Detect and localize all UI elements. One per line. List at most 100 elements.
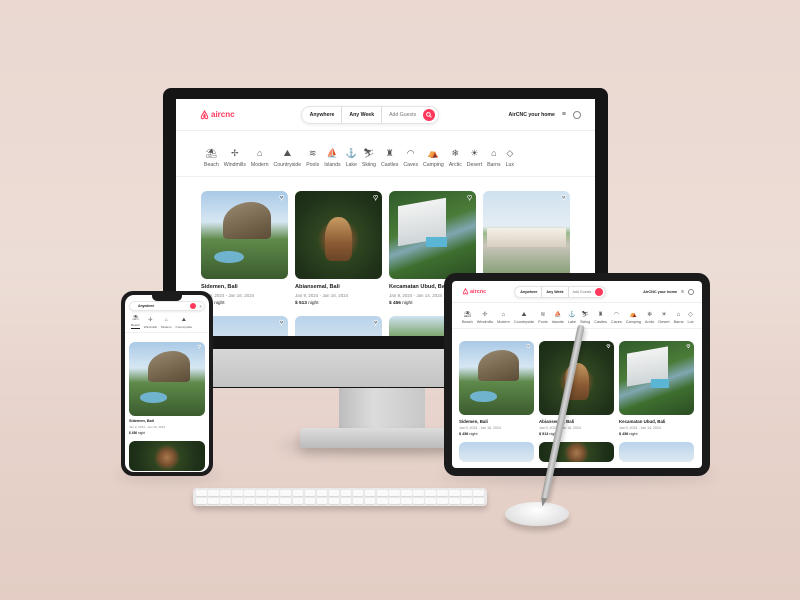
heart-icon[interactable]: ♥ — [279, 318, 284, 327]
category-windmills[interactable]: ✢ Windmills — [477, 312, 493, 325]
category-castles[interactable]: ♜ Castles — [381, 148, 398, 169]
category-beach[interactable]: ⛱ Beach — [204, 149, 219, 169]
heart-icon[interactable]: ♥ — [606, 344, 610, 351]
listing-photo[interactable]: ♥ — [129, 342, 205, 416]
tablet-search-button[interactable] — [595, 287, 604, 296]
category-beach[interactable]: ⛱ Beach — [131, 316, 140, 329]
category-windmills[interactable]: ✢ Windmills — [224, 149, 246, 169]
tablet-brand-logo[interactable]: aircnc — [462, 288, 486, 295]
keyboard-key — [244, 490, 255, 497]
avatar[interactable] — [573, 110, 581, 119]
heart-icon[interactable]: ♥ — [467, 193, 472, 202]
category-pools[interactable]: ≋ Pools — [538, 312, 548, 325]
tablet-search-dates[interactable]: Any Week — [546, 290, 563, 294]
category-modern[interactable]: ⌂ Modern — [251, 149, 269, 169]
search-guests[interactable]: Add Guests — [389, 112, 416, 118]
category-barns[interactable]: ⌂ Barns — [487, 149, 501, 169]
listing-dates: Jan 9, 2024 - Jan 16, 2024 — [459, 426, 501, 431]
tablet-navbar: aircnc Anywhere Any Week Add Guests AirC… — [452, 281, 702, 303]
listing-dates: Jan 9, 2024 - Jan 16, 2024 — [295, 292, 349, 298]
category-islands[interactable]: ⛵ Islands — [552, 312, 564, 325]
category-caves[interactable]: ◠ Caves — [611, 312, 622, 325]
listing-card[interactable]: ♥ Sidemen, Bali Jan 9, 2024 - Jan 16, 2024… — [201, 191, 288, 306]
category-islands[interactable]: ⛵ Islands — [324, 149, 340, 169]
category-caves[interactable]: ◠ Caves — [403, 149, 418, 169]
price-unit: night — [212, 300, 225, 306]
menu-icon[interactable]: ≡ — [562, 111, 566, 118]
aircnc-logo-icon — [462, 288, 469, 295]
category-arctic[interactable]: ❄ Arctic — [449, 149, 462, 169]
search-button[interactable] — [423, 108, 436, 121]
search-divider — [381, 106, 383, 123]
category-arctic[interactable]: ❄ Arctic — [645, 312, 655, 325]
mobile-search-bar[interactable]: Anywhere ≡ — [129, 301, 205, 311]
listing-photo[interactable]: ♥ — [295, 191, 382, 279]
mobile-search-button[interactable] — [189, 303, 196, 309]
listing-card[interactable]: ♥ — [295, 315, 382, 336]
countryside-icon: ⛰ — [521, 311, 527, 318]
castle-icon: ♜ — [385, 148, 394, 158]
category-lake[interactable]: ⚓ Lake — [568, 312, 576, 325]
listing-photo[interactable]: ♥ — [295, 315, 382, 336]
category-windmills[interactable]: ✢ Windmills — [144, 318, 157, 330]
listing-title: Kecamatan Ubud, Bali — [619, 418, 666, 424]
category-pools[interactable]: ≋ Pools — [306, 149, 319, 169]
category-desert[interactable]: ☀ Desert — [658, 312, 669, 325]
category-countryside[interactable]: ⛰ Countryside — [274, 149, 302, 169]
tablet-avatar[interactable] — [688, 288, 694, 295]
skiing-icon: ⛷ — [363, 148, 375, 158]
category-lux[interactable]: ◇ Lux — [688, 312, 694, 325]
heart-icon[interactable]: ♥ — [279, 193, 284, 202]
category-modern[interactable]: ⌂ Modern — [497, 312, 510, 325]
keyboard-key — [196, 497, 207, 504]
tablet-host-link[interactable]: AirCNC your home — [643, 290, 677, 294]
listing-card[interactable]: ♥ — [201, 315, 288, 336]
listing-photo[interactable]: ♥ — [459, 341, 534, 415]
heart-icon[interactable]: ♥ — [686, 344, 690, 351]
host-link[interactable]: AirCNC your home — [509, 112, 555, 118]
category-castles[interactable]: ♜ Castles — [594, 312, 607, 325]
listing-photo[interactable] — [619, 442, 694, 463]
listing-card[interactable]: ♥ Sidemen, Bali Jan 9, 2024 - Jan 16, 2024… — [129, 342, 205, 435]
category-beach[interactable]: ⛱ Beach — [462, 312, 473, 325]
heart-icon[interactable]: ♥ — [373, 318, 378, 327]
category-skiing[interactable]: ⛷ Skiing — [362, 148, 376, 169]
listing-photo[interactable]: ♥ — [389, 191, 476, 279]
tablet-search-bar[interactable]: Anywhere Any Week Add Guests — [514, 285, 607, 298]
category-lake[interactable]: ⚓ Lake — [346, 149, 357, 169]
mobile-search-location[interactable]: Anywhere — [138, 304, 154, 308]
listing-title: Sidemen, Bali — [201, 284, 238, 291]
listing-photo[interactable] — [459, 442, 534, 463]
mobile-filter-icon[interactable]: ≡ — [200, 304, 202, 309]
category-skiing[interactable]: ⛷ Skiing — [580, 312, 590, 325]
category-camping[interactable]: ⛺ Camping — [423, 149, 444, 169]
listing-photo[interactable]: ♥ — [201, 191, 288, 279]
category-barns[interactable]: ⌂ Barns — [674, 312, 684, 325]
heart-icon[interactable]: ♥ — [526, 344, 530, 351]
keyboard-key — [304, 497, 316, 504]
listing-card[interactable]: ♥ Sidemen, Bali Jan 9, 2024 - Jan 16, 2024… — [459, 341, 534, 436]
category-countryside[interactable]: ⛰ Countryside — [176, 318, 193, 330]
heart-icon[interactable]: ♥ — [561, 193, 566, 202]
listing-card[interactable]: ♥ Kecamatan Ubud, Bali Jan 9, 2024 - Jan 1… — [619, 341, 694, 436]
tablet-search-guests[interactable]: Add Guests — [573, 290, 592, 294]
search-location[interactable]: Anywhere — [310, 112, 335, 118]
category-countryside[interactable]: ⛰ Countryside — [514, 312, 534, 325]
category-modern[interactable]: ⌂ Modern — [161, 318, 172, 330]
category-camping[interactable]: ⛺ Camping — [626, 312, 641, 325]
keyboard-key — [244, 497, 255, 504]
search-bar[interactable]: Anywhere Any Week Add Guests — [300, 105, 440, 124]
category-lux[interactable]: ◇ Lux — [506, 149, 514, 169]
brand-logo[interactable]: aircnc — [200, 109, 235, 120]
listing-photo[interactable]: ♥ — [619, 341, 694, 415]
heart-icon[interactable]: ♥ — [373, 193, 378, 202]
search-dates[interactable]: Any Week — [349, 112, 374, 118]
listing-photo[interactable]: ♥ — [201, 315, 288, 336]
listing-photo[interactable]: ♥ — [483, 191, 570, 279]
category-desert[interactable]: ☀ Desert — [467, 149, 482, 169]
listing-card[interactable]: ♥ Abiansemal, BaliJan 9, 2024 - Jan 16, 2… — [295, 191, 382, 306]
tablet-search-location[interactable]: Anywhere — [520, 290, 537, 294]
heart-icon[interactable]: ♥ — [198, 344, 202, 350]
tablet-menu-icon[interactable]: ≡ — [681, 289, 684, 295]
listing-photo[interactable] — [129, 441, 205, 472]
